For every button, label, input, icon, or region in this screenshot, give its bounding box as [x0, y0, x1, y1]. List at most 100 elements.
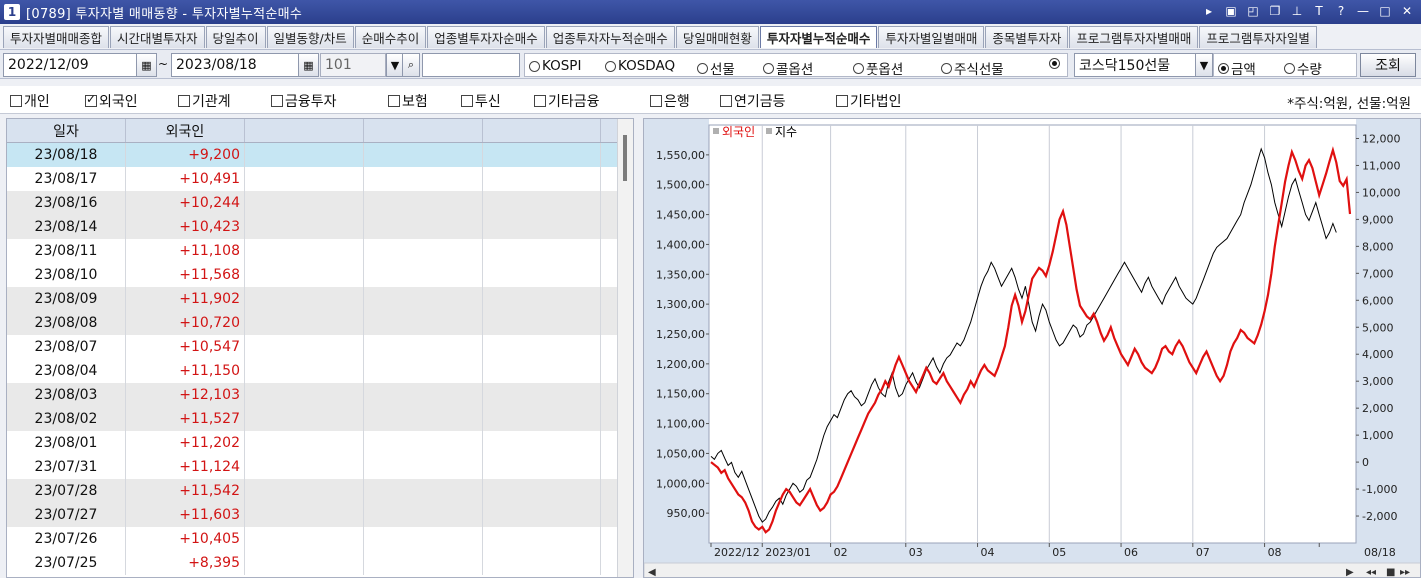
table-row[interactable]: 23/08/14 +10,423	[7, 215, 633, 239]
table-row[interactable]: 23/08/04 +11,150	[7, 359, 633, 383]
table-row[interactable]: 23/08/03 +12,103	[7, 383, 633, 407]
cell-empty	[483, 167, 601, 191]
table-row[interactable]: 23/08/16 +10,244	[7, 191, 633, 215]
calendar-icon[interactable]: ▦	[136, 54, 156, 76]
font-size-icon[interactable]: T	[1311, 3, 1327, 19]
table-row[interactable]: 23/08/17 +10,491	[7, 167, 633, 191]
cell-empty	[364, 551, 483, 575]
table-row[interactable]: 23/07/28 +11,542	[7, 479, 633, 503]
vertical-scrollbar[interactable]	[617, 119, 633, 577]
radio-futures[interactable]: 선물	[697, 58, 735, 78]
scroll-left-icon[interactable]: ◀	[648, 567, 656, 578]
tab-net-buy-trend[interactable]: 순매수추이	[354, 26, 427, 48]
title-bar[interactable]: 1 [0789] 투자자별 매매동향 - 투자자별누적순매수 ▸ ▣ ◰ ❐ ⊥…	[0, 0, 1421, 24]
tab-program-investor[interactable]: 프로그램투자자별매매	[1069, 26, 1199, 48]
checkbox-insurance[interactable]: 보험	[388, 91, 428, 111]
calendar-icon[interactable]: ▦	[298, 54, 318, 76]
pin-icon[interactable]: ⊥	[1289, 3, 1305, 19]
minimize-icon[interactable]: —	[1355, 3, 1371, 19]
tab-time-investor[interactable]: 시간대별투자자	[110, 26, 205, 48]
checkbox-bank[interactable]: 은행	[650, 91, 690, 111]
checkbox-label: 기타금융	[548, 94, 600, 110]
checkbox-other-corp[interactable]: 기타법인	[836, 91, 902, 111]
chart-horizontal-scrollbar[interactable]	[644, 562, 1421, 578]
table-row[interactable]: 23/08/08 +10,720	[7, 311, 633, 335]
play-icon[interactable]: ▸	[1201, 3, 1217, 19]
table-row[interactable]: 23/08/09 +11,902	[7, 287, 633, 311]
right-axis-tick-label: 8,000	[1362, 240, 1394, 253]
radio-stock-futures[interactable]: 주식선물	[941, 58, 1004, 78]
restore-window-icon[interactable]: ❐	[1267, 3, 1283, 19]
tab-sector-cumulative[interactable]: 업종투자자누적순매수	[545, 26, 675, 48]
market-select[interactable]: 코스닥150선물	[1074, 53, 1196, 77]
tab-daily-chart[interactable]: 일별동향/차트	[266, 26, 354, 48]
checkbox-institution[interactable]: 기관계	[178, 91, 231, 111]
checkbox-financial-invest[interactable]: 금융투자	[271, 91, 337, 111]
tab-intraday-trend[interactable]: 당일추이	[205, 26, 266, 48]
radio-kospi[interactable]: KOSPI	[529, 58, 581, 74]
cell-date: 23/07/27	[7, 503, 126, 527]
checkbox-box	[836, 95, 848, 107]
tab-sector-net-buy[interactable]: 업종별투자자순매수	[427, 26, 545, 48]
table-row[interactable]: 23/08/11 +11,108	[7, 239, 633, 263]
checkbox-label: 보험	[402, 94, 428, 110]
tab-today-trading[interactable]: 당일매매현황	[675, 26, 759, 48]
cell-date: 23/08/14	[7, 215, 126, 239]
checkbox-pension[interactable]: 연기금등	[720, 91, 786, 111]
checkbox-foreign[interactable]: 외국인	[85, 91, 138, 111]
table-row[interactable]: 23/07/26 +10,405	[7, 527, 633, 551]
help-icon[interactable]: ?	[1333, 3, 1349, 19]
cell-empty	[364, 167, 483, 191]
start-date-input[interactable]: 2022/12/09 ▦	[3, 53, 157, 77]
checkbox-trust[interactable]: 투신	[461, 91, 501, 111]
table-row[interactable]: 23/08/01 +11,202	[7, 431, 633, 455]
column-header-foreign[interactable]: 외국인	[126, 119, 245, 142]
table-row[interactable]: 23/07/25 +8,395	[7, 551, 633, 575]
checkbox-other-finance[interactable]: 기타금융	[534, 91, 600, 111]
checkbox-label: 은행	[664, 94, 690, 110]
tab-stock-investor[interactable]: 종목별투자자	[985, 26, 1069, 48]
fast-forward-icon[interactable]: ▸▸	[1400, 567, 1410, 578]
column-header-date[interactable]: 일자	[7, 119, 126, 142]
cell-empty	[364, 215, 483, 239]
scroll-right-icon[interactable]: ▶	[1346, 567, 1354, 578]
scrollbar-thumb[interactable]	[623, 135, 627, 181]
market-select-chevron-down-icon[interactable]: ▼	[1195, 53, 1213, 77]
table-row[interactable]: 23/07/31 +11,124	[7, 455, 633, 479]
table-row[interactable]: 23/08/18 +9,200	[7, 143, 633, 167]
tab-investor-cumulative[interactable]: 투자자별누적순매수	[759, 26, 878, 48]
radio-amount[interactable]: 금액	[1218, 58, 1256, 78]
legend-foreign-label: 외국인	[722, 125, 755, 139]
radio-put-option[interactable]: 풋옵션	[853, 58, 903, 78]
right-axis-tick-label: 3,000	[1362, 375, 1394, 388]
stop-icon[interactable]: ■	[1386, 567, 1395, 578]
table-row[interactable]: 23/08/10 +11,568	[7, 263, 633, 287]
search-icon[interactable]: ⌕	[402, 53, 420, 77]
right-axis-tick-label: 2,000	[1362, 402, 1394, 415]
radio-call-option[interactable]: 콜옵션	[763, 58, 813, 78]
query-button[interactable]: 조회	[1360, 53, 1416, 77]
radio-quantity[interactable]: 수량	[1284, 58, 1322, 78]
tab-investor-daily[interactable]: 투자자별일별매매	[878, 26, 985, 48]
tab-investor-summary[interactable]: 투자자별매매종합	[3, 26, 110, 48]
window-title: [0789] 투자자별 매매동향 - 투자자별누적순매수	[26, 6, 303, 22]
cell-empty	[245, 407, 364, 431]
radio-other-market[interactable]	[1049, 58, 1062, 69]
end-date-input[interactable]: 2023/08/18 ▦	[171, 53, 319, 77]
cell-date: 23/08/07	[7, 335, 126, 359]
close-icon[interactable]: ✕	[1399, 3, 1415, 19]
table-row[interactable]: 23/07/27 +11,603	[7, 503, 633, 527]
code-input[interactable]: 101	[320, 53, 386, 77]
rewind-icon[interactable]: ◂◂	[1366, 567, 1376, 578]
radio-kosdaq[interactable]: KOSDAQ	[605, 58, 675, 74]
tab-program-daily[interactable]: 프로그램투자자일별	[1199, 26, 1317, 48]
maximize-icon[interactable]: □	[1377, 3, 1393, 19]
checkbox-label: 투신	[475, 94, 501, 110]
table-row[interactable]: 23/08/07 +10,547	[7, 335, 633, 359]
cell-date: 23/08/01	[7, 431, 126, 455]
monitor-icon[interactable]: ▣	[1223, 3, 1239, 19]
checkbox-individual[interactable]: 개인	[10, 91, 50, 111]
name-input[interactable]	[422, 53, 520, 77]
table-row[interactable]: 23/08/02 +11,527	[7, 407, 633, 431]
dock-icon[interactable]: ◰	[1245, 3, 1261, 19]
